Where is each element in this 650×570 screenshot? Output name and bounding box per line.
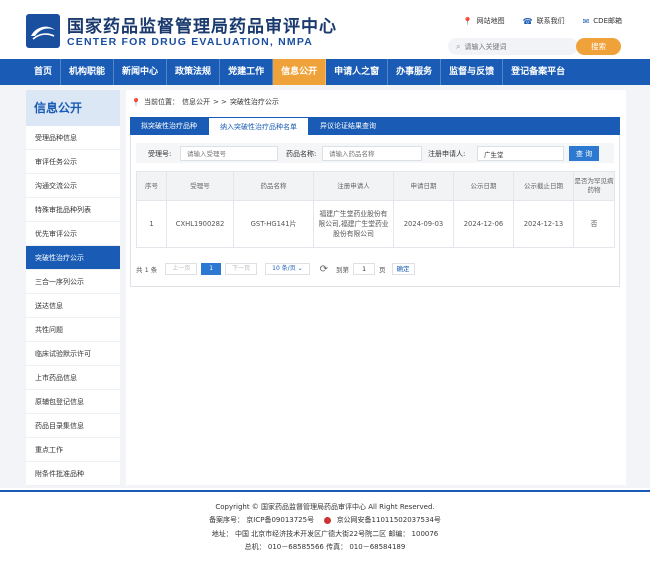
breadcrumb-section[interactable]: 信息公开 xyxy=(182,97,210,107)
col-header: 公示截止日期 xyxy=(513,171,574,201)
cell-accept-no: CXHL1900282 xyxy=(166,200,234,248)
site-title-en: CENTER FOR DRUG EVALUATION, NMPA xyxy=(67,36,314,48)
page-size-select[interactable]: 10 条/页 ⌄ xyxy=(265,263,310,275)
pagination: 共 1 条 上一页 1 下一页 10 条/页 ⌄ ⟳ 到第 1 页 确定 xyxy=(136,262,415,276)
sidebar-item[interactable]: 审评任务公示 xyxy=(26,150,120,174)
goto-label: 到第 xyxy=(336,266,350,274)
cde-mail-link[interactable]: ✉ CDE邮箱 xyxy=(583,16,622,26)
table-row[interactable]: 1 CXHL1900282 GST-HG141片 福建广生堂药业股份有限公司,福… xyxy=(136,200,615,248)
applicant-label: 注册申请人: xyxy=(428,150,466,158)
results-panel: 受理号: 药品名称: 注册申请人: 查 询 序号 受理号 药品名称 注册申请人 … xyxy=(130,135,620,287)
nav-org[interactable]: 机构职能 xyxy=(61,59,115,85)
site-header: 国家药品监督管理局药品审评中心 CENTER FOR DRUG EVALUATI… xyxy=(0,0,650,58)
col-header: 注册申请人 xyxy=(313,171,394,201)
icp-record: 备案序号： 京ICP备09013725号 京公网安备11011502037534… xyxy=(0,515,650,525)
sidebar-item[interactable]: 受理品种信息 xyxy=(26,126,120,150)
phone-icon: ☎ xyxy=(522,16,533,26)
page-number-button[interactable]: 1 xyxy=(201,263,222,275)
search-input[interactable] xyxy=(460,42,561,51)
nav-policy[interactable]: 政策法规 xyxy=(167,59,221,85)
sidebar-item[interactable]: 三合一序列公示 xyxy=(26,270,120,294)
nav-party[interactable]: 党建工作 xyxy=(220,59,274,85)
next-page-button[interactable]: 下一页 xyxy=(225,263,258,275)
col-header: 药品名称 xyxy=(233,171,314,201)
cell-drug: GST-HG141片 xyxy=(233,200,314,248)
goto-page-input[interactable]: 1 xyxy=(353,263,376,275)
top-links: 📍 网站地图 ☎ 联系我们 ✉ CDE邮箱 xyxy=(463,16,622,26)
table-header-row: 序号 受理号 药品名称 注册申请人 申请日期 公示日期 公示截止日期 是否为罕见… xyxy=(136,171,615,201)
sidebar: 信息公开 受理品种信息 审评任务公示 沟通交流公示 特殊审批品种列表 优先审评公… xyxy=(26,90,120,486)
cell-apply-date: 2024-09-03 xyxy=(393,200,454,248)
sitemap-link[interactable]: 📍 网站地图 xyxy=(463,16,505,26)
sidebar-item-breakthrough[interactable]: 突破性治疗公示 xyxy=(26,246,120,270)
accept-no-label: 受理号: xyxy=(148,150,172,158)
location-pin-icon: 📍 xyxy=(131,97,141,107)
col-header: 公示日期 xyxy=(453,171,514,201)
sidebar-item[interactable]: 原辅包登记信息 xyxy=(26,390,120,414)
prev-page-button[interactable]: 上一页 xyxy=(165,263,198,275)
sidebar-item[interactable]: 重点工作 xyxy=(26,438,120,462)
breadcrumb-current: 突破性治疗公示 xyxy=(229,98,279,106)
site-footer: Copyright © 国家药品监督管理局药品审评中心 All Right Re… xyxy=(0,490,650,570)
tab-proposed[interactable]: 拟突破性治疗品种 xyxy=(130,117,208,135)
breadcrumb: 📍 当前位置： 信息公开 > > 突破性治疗公示 xyxy=(131,97,279,107)
tab-included-list[interactable]: 纳入突破性治疗品种名单 xyxy=(208,117,309,135)
police-record-link[interactable]: 京公网安备11011502037534号 xyxy=(337,516,441,524)
applicant-input[interactable] xyxy=(477,146,564,161)
search-button[interactable]: 搜索 xyxy=(576,38,621,55)
cell-no: 1 xyxy=(136,200,167,248)
police-badge-icon xyxy=(324,516,332,524)
drug-name-input[interactable] xyxy=(322,146,422,161)
cell-deadline: 2024-12-13 xyxy=(513,200,574,248)
col-header: 是否为罕见病药物 xyxy=(573,171,615,201)
filter-bar: 受理号: 药品名称: 注册申请人: 查 询 xyxy=(136,143,614,163)
goto-confirm-button[interactable]: 确定 xyxy=(391,263,415,275)
results-table: 序号 受理号 药品名称 注册申请人 申请日期 公示日期 公示截止日期 是否为罕见… xyxy=(136,171,615,248)
accept-no-input[interactable] xyxy=(180,146,278,161)
page-unit: 页 xyxy=(379,266,386,274)
nav-applicant[interactable]: 申请人之窗 xyxy=(326,59,389,85)
nav-registration[interactable]: 登记备案平台 xyxy=(503,59,573,85)
search-box: ⌕ xyxy=(448,38,578,55)
mail-icon: ✉ xyxy=(582,16,590,26)
sidebar-item[interactable]: 共性问题 xyxy=(26,318,120,342)
sidebar-item[interactable]: 送达信息 xyxy=(26,294,120,318)
sidebar-item[interactable]: 药品目录集信息 xyxy=(26,414,120,438)
query-button[interactable]: 查 询 xyxy=(569,146,599,161)
col-header: 序号 xyxy=(136,171,167,201)
tab-objection-results[interactable]: 异议论证结果查询 xyxy=(309,117,387,135)
col-header: 受理号 xyxy=(166,171,234,201)
nav-news[interactable]: 新闻中心 xyxy=(114,59,168,85)
nav-feedback[interactable]: 监督与反馈 xyxy=(441,59,504,85)
copyright: Copyright © 国家药品监督管理局药品审评中心 All Right Re… xyxy=(215,503,435,511)
cell-publish-date: 2024-12-06 xyxy=(453,200,514,248)
sidebar-title: 信息公开 xyxy=(26,90,120,126)
sidebar-item[interactable]: 上市药品信息 xyxy=(26,366,120,390)
cell-rare: 否 xyxy=(573,200,615,248)
nav-home[interactable]: 首页 xyxy=(26,59,62,85)
cde-logo[interactable] xyxy=(26,14,60,48)
refresh-icon[interactable]: ⟳ xyxy=(320,264,328,275)
sidebar-item[interactable]: 特殊审批品种列表 xyxy=(26,198,120,222)
cell-applicant: 福建广生堂药业股份有限公司,福建广生堂药业股份有限公司 xyxy=(313,200,394,248)
main-nav: 首页 机构职能 新闻中心 政策法规 党建工作 信息公开 申请人之窗 办事服务 监… xyxy=(0,59,650,85)
site-title-cn: 国家药品监督管理局药品审评中心 xyxy=(67,17,337,37)
phone-fax: 总机： 010－68585566 传真： 010－68584189 xyxy=(244,543,406,551)
content-area: 📍 当前位置： 信息公开 > > 突破性治疗公示 拟突破性治疗品种 纳入突破性治… xyxy=(126,90,626,485)
drug-name-label: 药品名称: xyxy=(286,150,317,158)
nav-info-disclosure[interactable]: 信息公开 xyxy=(273,59,327,85)
address: 地址： 中国 北京市经济技术开发区广德大街22号院二区 邮编： 100076 xyxy=(211,530,439,538)
icp-link[interactable]: 备案序号： 京ICP备09013725号 xyxy=(209,516,314,524)
contact-link[interactable]: ☎ 联系我们 xyxy=(523,16,565,26)
tab-bar: 拟突破性治疗品种 纳入突破性治疗品种名单 异议论证结果查询 xyxy=(130,117,620,135)
map-pin-icon: 📍 xyxy=(462,16,473,26)
sidebar-item[interactable]: 临床试验默示许可 xyxy=(26,342,120,366)
col-header: 申请日期 xyxy=(393,171,454,201)
sidebar-item[interactable]: 沟通交流公示 xyxy=(26,174,120,198)
sidebar-item[interactable]: 附条件批准品种 xyxy=(26,462,120,486)
nav-services[interactable]: 办事服务 xyxy=(388,59,442,85)
sidebar-item[interactable]: 优先审评公示 xyxy=(26,222,120,246)
total-count: 共 1 条 xyxy=(136,266,158,274)
